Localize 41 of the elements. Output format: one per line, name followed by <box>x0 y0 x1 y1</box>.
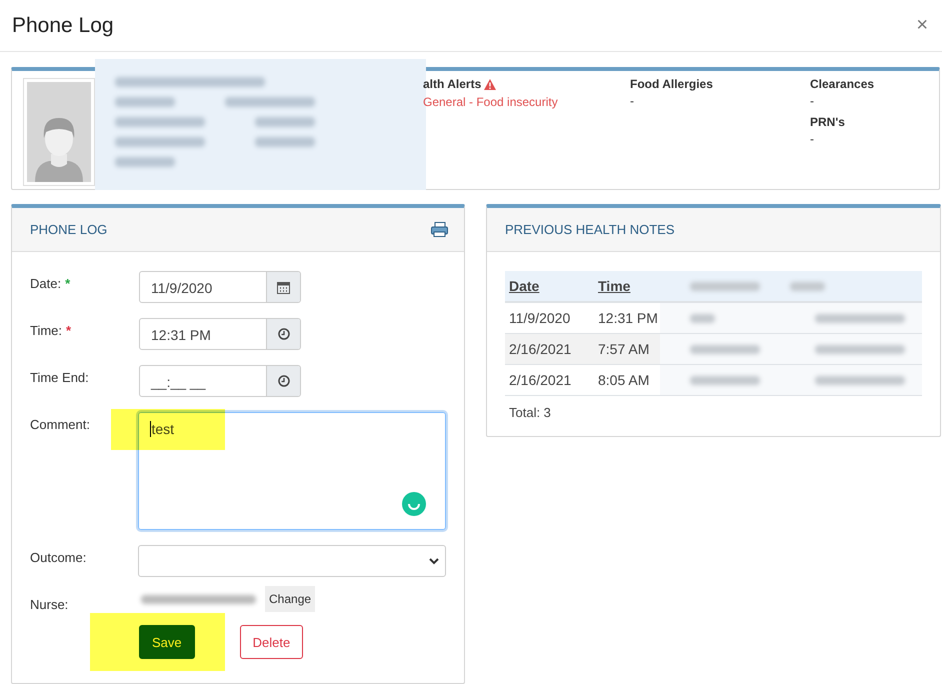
alert-text: General - Food insecurity <box>423 95 559 109</box>
section-label: PRN's <box>810 115 846 129</box>
total-count: Total: 3 <box>508 404 552 422</box>
field-label: Time End: <box>30 370 89 385</box>
table-cell-text: 2/16/2021 <box>508 341 572 357</box>
section-label: Clearances <box>810 77 876 91</box>
time-field[interactable]: __:__ __ <box>139 365 301 397</box>
column-header[interactable]: Date <box>505 278 594 294</box>
time-field[interactable]: 12:31 PM <box>139 318 301 350</box>
table-cell-text: 12:31 PM <box>597 310 659 326</box>
delete-button[interactable]: Delete <box>240 625 304 659</box>
field-label: Time: <box>30 323 62 338</box>
section-value: - <box>810 132 815 146</box>
field-label: Nurse: <box>30 597 68 612</box>
required-mark: * <box>66 323 72 338</box>
close-button[interactable]: × <box>914 14 930 37</box>
field-label: Date: <box>30 276 62 291</box>
section-value: - <box>810 94 815 108</box>
section-value: - <box>630 94 635 108</box>
table-cell-text: 11/9/2020 <box>508 310 572 326</box>
table-cell-text: 7:57 AM <box>597 341 650 357</box>
printer-icon[interactable] <box>431 222 448 237</box>
table-cell-text: 2/16/2021 <box>508 372 572 388</box>
field-label: Outcome: <box>30 550 86 565</box>
clock-icon[interactable] <box>278 328 290 340</box>
warning-icon <box>484 78 496 90</box>
date-field[interactable]: 11/9/2020 <box>139 271 301 303</box>
required-mark: * <box>65 276 70 291</box>
change-button[interactable]: Change <box>265 586 316 612</box>
dialog-title: Phone Log <box>12 14 114 38</box>
column-header[interactable]: Time <box>594 278 660 294</box>
field-label: Comment: <box>30 417 90 432</box>
section-label: Food Allergies <box>630 77 714 91</box>
clock-icon[interactable] <box>278 375 290 387</box>
table-cell-text: 8:05 AM <box>597 372 650 388</box>
section-label: alth Alerts <box>423 77 482 91</box>
panel-title: PREVIOUS HEALTH NOTES <box>505 222 675 237</box>
calendar-icon[interactable] <box>277 280 290 294</box>
panel-title: PHONE LOG <box>30 222 108 237</box>
chevron-icon <box>429 558 439 564</box>
comment-field[interactable]: test <box>138 412 446 530</box>
